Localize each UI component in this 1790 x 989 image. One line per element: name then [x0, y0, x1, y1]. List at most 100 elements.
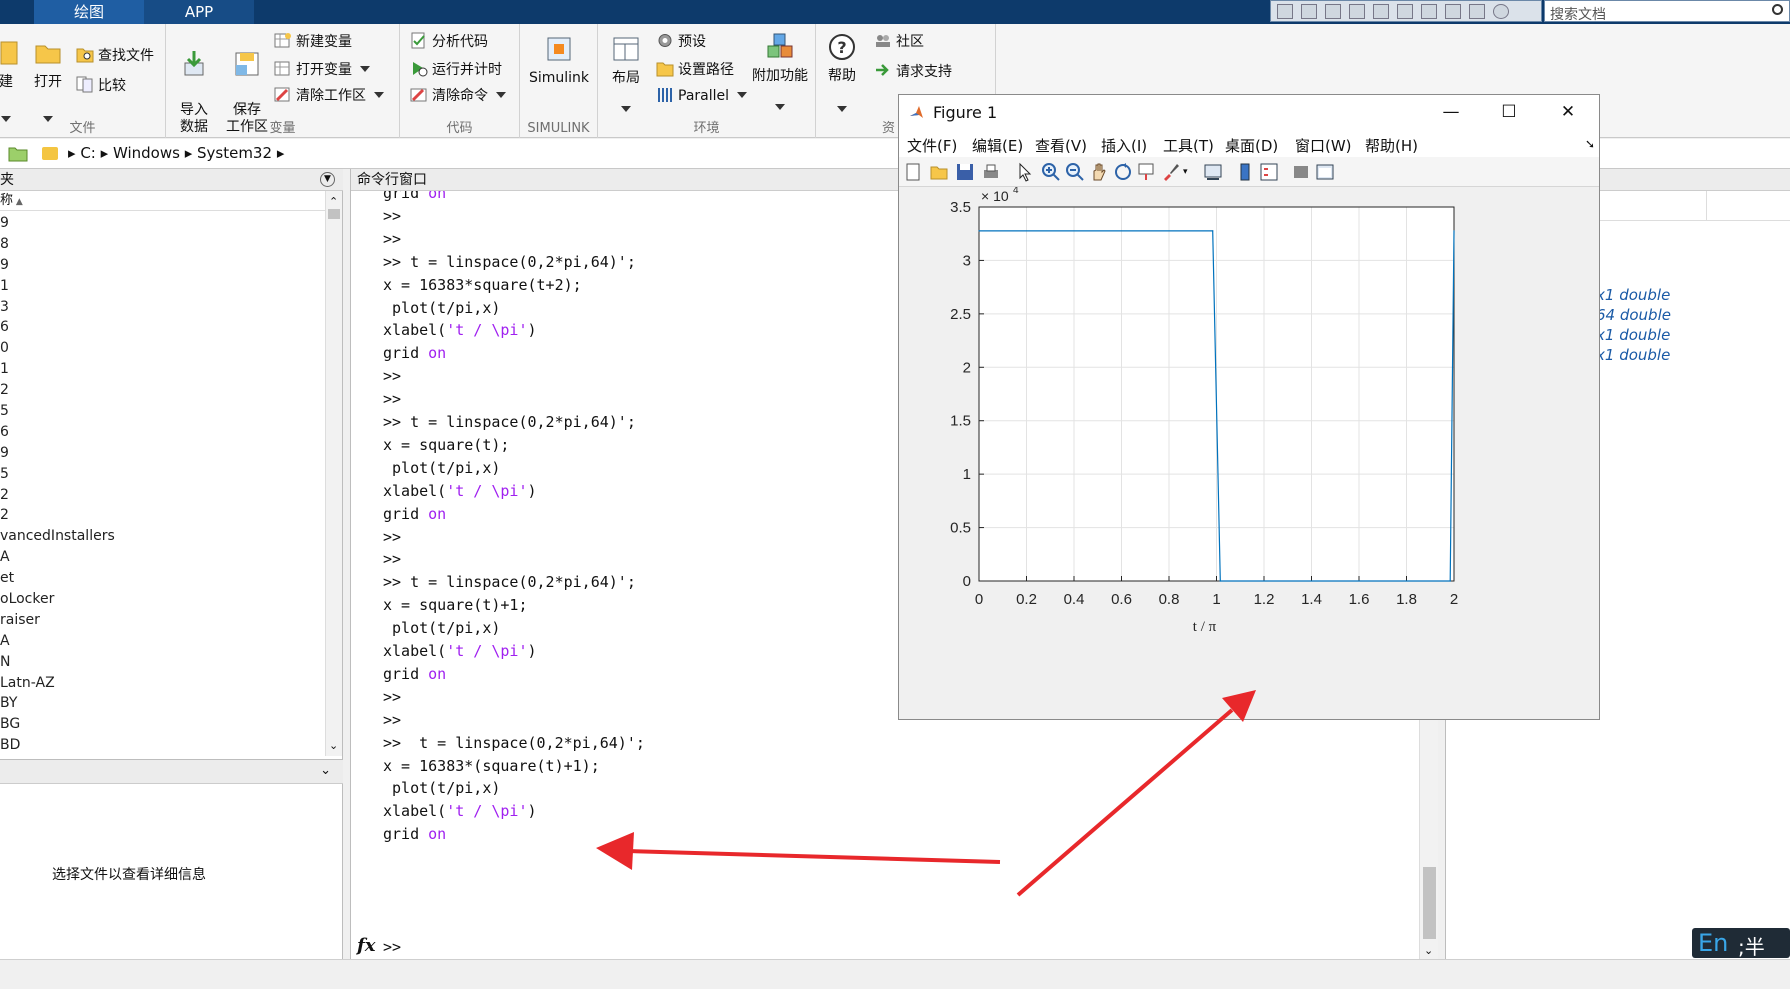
menu-view[interactable]: 查看(V)	[1035, 135, 1087, 156]
community-button[interactable]: 社区	[874, 32, 924, 51]
scroll-up-icon[interactable]: ⌃	[329, 195, 338, 208]
panel-actions-icon[interactable]: ▼	[320, 172, 335, 187]
run-and-time-button[interactable]: 运行并计时	[410, 60, 502, 79]
help-dropdown-arrow[interactable]	[837, 106, 847, 112]
brush-dropdown-arrow[interactable]: ▾	[1183, 167, 1188, 177]
tab-plots[interactable]: 绘图	[34, 0, 144, 24]
file-list-item[interactable]: A	[0, 631, 325, 652]
file-list-item[interactable]: 9	[0, 255, 325, 276]
print-icon[interactable]	[981, 162, 1001, 182]
file-list-item[interactable]: A	[0, 547, 325, 568]
minimize-icon[interactable]: —	[1437, 100, 1465, 124]
search-icon[interactable]	[1772, 4, 1783, 15]
select-pointer-icon[interactable]	[1015, 162, 1035, 182]
save-figure-icon[interactable]	[955, 162, 975, 182]
pan-hand-icon[interactable]	[1089, 162, 1109, 182]
scroll-thumb[interactable]	[328, 209, 340, 219]
link-plot-icon[interactable]	[1203, 162, 1223, 182]
switch-windows-icon[interactable]	[1445, 4, 1461, 19]
column-divider[interactable]	[1706, 191, 1707, 221]
browse-folder-icon[interactable]	[8, 145, 28, 162]
command-prompt[interactable]: >>	[383, 938, 401, 956]
file-list-item[interactable]: 9	[0, 443, 325, 464]
help-browser-icon[interactable]	[1469, 4, 1485, 19]
path-segment[interactable]: C:	[80, 144, 96, 162]
file-list-item[interactable]: Latn-AZ	[0, 673, 325, 694]
layout-button[interactable]: 布局	[606, 34, 646, 112]
menu-edit[interactable]: 编辑(E)	[972, 135, 1023, 156]
file-list-item[interactable]: et	[0, 568, 325, 589]
file-list-item[interactable]: vancedInstallers	[0, 526, 325, 547]
request-support-button[interactable]: 请求支持	[874, 62, 952, 81]
clear-commands-button[interactable]: 清除命令	[410, 86, 506, 105]
find-files-button[interactable]: 查找文件	[76, 46, 154, 65]
open-button[interactable]: 打开	[28, 38, 68, 122]
chevron-down-icon[interactable]: ⌄	[320, 763, 331, 778]
file-list-item[interactable]: 2	[0, 380, 325, 401]
layout-dropdown-arrow[interactable]	[621, 106, 631, 112]
ime-indicator[interactable]: En ;半	[1692, 928, 1790, 959]
file-list-item[interactable]: 1	[0, 359, 325, 380]
set-path-button[interactable]: 设置路径	[656, 60, 734, 79]
parallel-dropdown-arrow[interactable]	[737, 92, 748, 98]
rotate-3d-icon[interactable]	[1113, 162, 1133, 182]
scroll-down-icon[interactable]: ⌄	[1424, 944, 1433, 957]
file-list-item[interactable]: 5	[0, 464, 325, 485]
file-list-item[interactable]: 9	[0, 213, 325, 234]
help-icon[interactable]	[1493, 4, 1509, 19]
new-button[interactable]: 建	[0, 38, 24, 122]
paste-icon[interactable]	[1349, 4, 1365, 19]
file-list-scrollbar[interactable]: ⌃ ⌄	[325, 191, 342, 756]
hide-plot-tools-icon[interactable]	[1291, 162, 1311, 182]
maximize-icon[interactable]: ☐	[1495, 100, 1523, 124]
close-icon[interactable]: ✕	[1554, 100, 1582, 124]
menu-window[interactable]: 窗口(W)	[1295, 135, 1352, 156]
file-list-item[interactable]: 3	[0, 297, 325, 318]
file-list-item[interactable]: 5	[0, 401, 325, 422]
zoom-in-icon[interactable]	[1041, 162, 1061, 182]
file-list-item[interactable]: N	[0, 652, 325, 673]
preferences-button[interactable]: 预设	[656, 32, 706, 51]
parallel-button[interactable]: Parallel	[656, 86, 748, 105]
clear-commands-dropdown-arrow[interactable]	[496, 92, 506, 98]
analyze-code-button[interactable]: 分析代码	[410, 32, 488, 51]
file-list-item[interactable]: 2	[0, 505, 325, 526]
redo-icon[interactable]	[1421, 4, 1437, 19]
file-list-item[interactable]: oLocker	[0, 589, 325, 610]
axes-plot[interactable]: 0 0.2 0.4 0.6 0.8 1 1.2 1.4 1.6 1.8 2 0 0.5 1 1.5 2 2.5 3…	[899, 185, 1599, 719]
new-figure-icon[interactable]	[903, 162, 923, 182]
menu-help[interactable]: 帮助(H)	[1365, 135, 1418, 156]
file-list-item[interactable]: 6	[0, 422, 325, 443]
file-list-item[interactable]: 8	[0, 234, 325, 255]
new-variable-button[interactable]: 新建变量	[274, 32, 352, 51]
save-icon[interactable]	[1301, 4, 1317, 19]
dock-arrow-icon[interactable]: ➘	[1585, 137, 1595, 151]
copy-icon[interactable]	[1325, 4, 1341, 19]
file-list-item[interactable]: 2	[0, 485, 325, 506]
path-segment[interactable]: Windows	[113, 144, 180, 162]
insert-legend-icon[interactable]	[1259, 162, 1279, 182]
insert-colorbar-icon[interactable]	[1235, 162, 1255, 182]
tab-apps[interactable]: APP	[144, 0, 254, 24]
show-plot-tools-icon[interactable]	[1315, 162, 1335, 182]
file-list-item[interactable]: BY	[0, 693, 325, 714]
open-variable-button[interactable]: 打开变量	[274, 60, 370, 79]
scroll-down-icon[interactable]: ⌄	[329, 739, 338, 752]
menu-desktop[interactable]: 桌面(D)	[1225, 135, 1278, 156]
address-path[interactable]: ▸ C: ▸ Windows ▸ System32 ▸	[68, 144, 284, 162]
help-button[interactable]: ? 帮助	[822, 32, 862, 112]
figure-window[interactable]: Figure 1 — ☐ ✕ 文件(F) 编辑(E) 查看(V) 插入(I) 工…	[898, 94, 1600, 720]
file-list-item[interactable]: BG	[0, 714, 325, 735]
menu-tools[interactable]: 工具(T)	[1163, 135, 1214, 156]
file-list-item[interactable]: raiser	[0, 610, 325, 631]
figure-canvas[interactable]: 0 0.2 0.4 0.6 0.8 1 1.2 1.4 1.6 1.8 2 0 0.5 1 1.5 2 2.5 3…	[899, 185, 1599, 719]
clipboard-icon[interactable]	[1373, 4, 1389, 19]
undo-icon[interactable]	[1397, 4, 1413, 19]
open-file-icon[interactable]	[929, 162, 949, 182]
clear-workspace-dropdown-arrow[interactable]	[374, 92, 384, 98]
add-ons-button[interactable]: 附加功能	[748, 32, 812, 110]
zoom-out-icon[interactable]	[1065, 162, 1085, 182]
file-list-item[interactable]: 0	[0, 338, 325, 359]
compare-button[interactable]: 比较	[76, 76, 126, 95]
file-list-item[interactable]: 1	[0, 276, 325, 297]
